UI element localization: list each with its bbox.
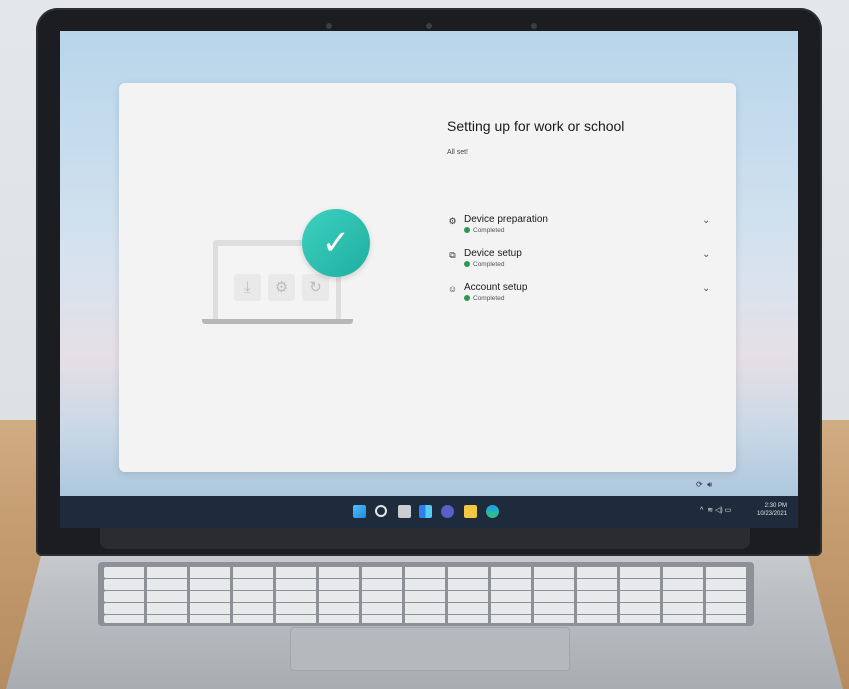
step-status-text: Completed [473, 227, 505, 234]
refresh-icon: ↻ [302, 274, 329, 301]
search-icon[interactable] [375, 505, 387, 517]
key-row [104, 579, 748, 590]
clock-date: 10/23/2021 [757, 511, 788, 517]
key-row [104, 615, 748, 623]
accessibility-icon[interactable]: ⟳ [696, 480, 703, 489]
people-icon: ☺ [447, 284, 458, 294]
accessibility-tray: ⟳ 🔊︎ [696, 480, 712, 490]
windows-start-icon[interactable] [353, 505, 366, 518]
volume-icon[interactable]: 🔊︎ [707, 480, 712, 489]
chevron-down-icon[interactable]: ⌄ [702, 283, 710, 294]
step-account-setup[interactable]: ☺ Account setup Completed ⌄ [447, 282, 717, 310]
taskbar: ^ ≋ ◁) ▭ 2:30 PM 10/23/2021 [60, 496, 798, 528]
chevron-down-icon[interactable]: ⌄ [702, 215, 710, 226]
camera-lens [426, 23, 432, 29]
check-circle-icon [464, 227, 470, 234]
widgets-icon[interactable] [419, 505, 432, 518]
step-status: Completed [464, 227, 504, 234]
step-device-preparation[interactable]: ⚙ Device preparation Completed ⌄ [447, 214, 717, 242]
volume-icon[interactable]: ◁) [715, 507, 723, 514]
edge-icon[interactable] [486, 505, 499, 518]
sensor-dot [531, 23, 537, 29]
laptop-hinge [100, 527, 750, 549]
laptop-illustration-base [202, 319, 353, 324]
gear-icon: ⚙ [268, 274, 295, 301]
keyboard [98, 562, 754, 626]
touchpad [290, 627, 570, 671]
sensor-dot [326, 23, 332, 29]
chevron-down-icon[interactable]: ⌄ [702, 249, 710, 260]
check-circle-icon [464, 261, 470, 268]
step-status-text: Completed [473, 295, 505, 302]
step-status-text: Completed [473, 261, 505, 268]
setup-window: ⤓ ⚙ ↻ ✓ Setting up for work or school Al… [119, 83, 736, 472]
battery-icon[interactable]: ▭ [725, 507, 732, 514]
step-device-setup[interactable]: ⧉ Device setup Completed ⌄ [447, 248, 717, 276]
check-circle-icon [464, 295, 470, 302]
clock[interactable]: 2:30 PM 10/23/2021 [757, 502, 787, 518]
system-tray[interactable]: ^ ≋ ◁) ▭ [700, 506, 731, 514]
key-row [104, 591, 748, 602]
devices-icon: ⧉ [449, 250, 456, 260]
gear-icon: ⚙ [448, 216, 457, 226]
wifi-icon[interactable]: ≋ [707, 507, 713, 514]
file-explorer-icon[interactable] [464, 505, 477, 518]
step-label: Account setup [464, 282, 528, 293]
checkmark-icon: ✓ [302, 209, 370, 277]
step-status: Completed [464, 295, 504, 302]
status-message: All set! [447, 149, 469, 156]
teams-chat-icon[interactable] [441, 505, 454, 518]
clock-time: 2:30 PM [764, 503, 788, 509]
step-label: Device setup [464, 248, 522, 259]
key-row [104, 567, 748, 578]
download-icon: ⤓ [234, 274, 261, 301]
task-view-icon[interactable] [398, 505, 411, 518]
step-status: Completed [464, 261, 504, 268]
page-title: Setting up for work or school [447, 118, 625, 134]
screen: ⤓ ⚙ ↻ ✓ Setting up for work or school Al… [60, 31, 798, 528]
step-label: Device preparation [464, 214, 548, 225]
chevron-up-icon[interactable]: ^ [700, 507, 703, 514]
key-row [104, 603, 748, 614]
